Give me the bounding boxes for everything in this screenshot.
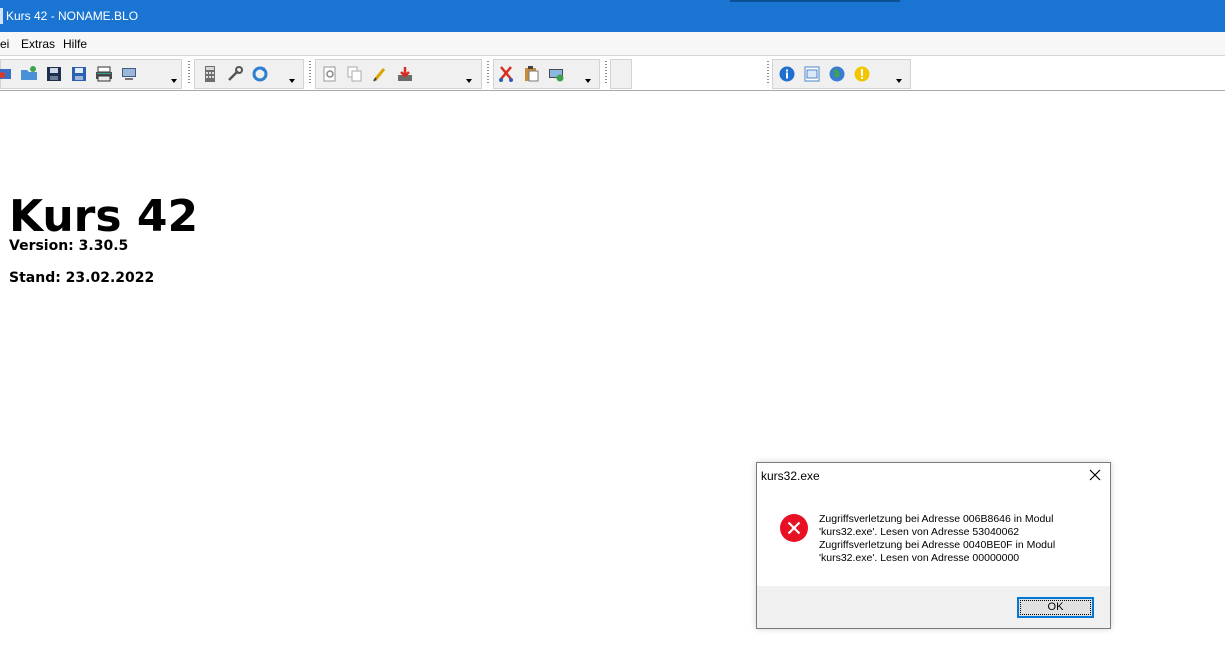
toolbar-group-tools (194, 59, 304, 89)
toolbar-grip[interactable] (309, 61, 311, 85)
info-icon[interactable] (778, 65, 796, 83)
menu-hilfe[interactable]: Hilfe (63, 37, 87, 51)
toolbar-group-help (772, 59, 911, 89)
menu-extras[interactable]: Extras (21, 37, 55, 51)
refresh-icon[interactable] (251, 65, 269, 83)
app-icon[interactable] (0, 8, 3, 24)
toolbar-group-edit (315, 59, 482, 89)
chevron-down-icon[interactable] (289, 79, 295, 83)
calculator-icon[interactable] (201, 65, 219, 83)
tools-icon[interactable] (226, 65, 244, 83)
chevron-down-icon[interactable] (585, 79, 591, 83)
chevron-down-icon[interactable] (466, 79, 472, 83)
print-icon[interactable] (95, 65, 113, 83)
copy-icon[interactable] (346, 65, 364, 83)
toolbar-grip[interactable] (767, 61, 769, 85)
save-as-icon[interactable] (70, 65, 88, 83)
display-icon[interactable] (547, 65, 565, 83)
title-bar[interactable]: Kurs 42 - NONAME.BLO (0, 0, 1225, 32)
globe-icon[interactable] (828, 65, 846, 83)
chevron-down-icon[interactable] (171, 79, 177, 83)
menu-bar: ei Extras Hilfe (0, 32, 1225, 56)
chevron-down-icon[interactable] (896, 79, 902, 83)
monitor-icon[interactable] (120, 65, 138, 83)
import-icon[interactable] (396, 65, 414, 83)
window-icon[interactable] (803, 65, 821, 83)
error-icon (779, 513, 809, 543)
version-label: Version: 3.30.5 (9, 238, 129, 254)
toolbar-group-file (0, 59, 182, 89)
toolbar-group-clipboard (493, 59, 600, 89)
toolbar-group-empty (610, 59, 632, 89)
save-icon[interactable] (45, 65, 63, 83)
error-dialog: kurs32.exe Zugriffsverletzung bei Adress… (756, 462, 1111, 629)
close-icon[interactable] (1087, 467, 1103, 483)
window-title: Kurs 42 - NONAME.BLO (6, 9, 139, 23)
toolbar (0, 57, 1225, 91)
paste-icon[interactable] (522, 65, 540, 83)
stand-label: Stand: 23.02.2022 (9, 270, 155, 286)
ok-button[interactable]: OK (1017, 597, 1094, 618)
toolbar-grip[interactable] (487, 61, 489, 85)
dialog-message: Zugriffsverletzung bei Adresse 006B8646 … (819, 513, 1056, 564)
title-bar-accent (730, 0, 900, 2)
dialog-title: kurs32.exe (761, 469, 820, 483)
folder-icon[interactable] (20, 65, 38, 83)
preview-icon[interactable] (321, 65, 339, 83)
toolbar-grip[interactable] (188, 61, 190, 85)
toolbar-grip[interactable] (605, 61, 607, 85)
edit-icon[interactable] (371, 65, 389, 83)
app-title: Kurs 42 (9, 191, 199, 242)
open-icon[interactable] (0, 65, 13, 83)
cut-icon[interactable] (497, 65, 515, 83)
menu-datei[interactable]: ei (0, 37, 9, 51)
dialog-footer: OK (757, 586, 1110, 628)
warning-icon[interactable] (853, 65, 871, 83)
